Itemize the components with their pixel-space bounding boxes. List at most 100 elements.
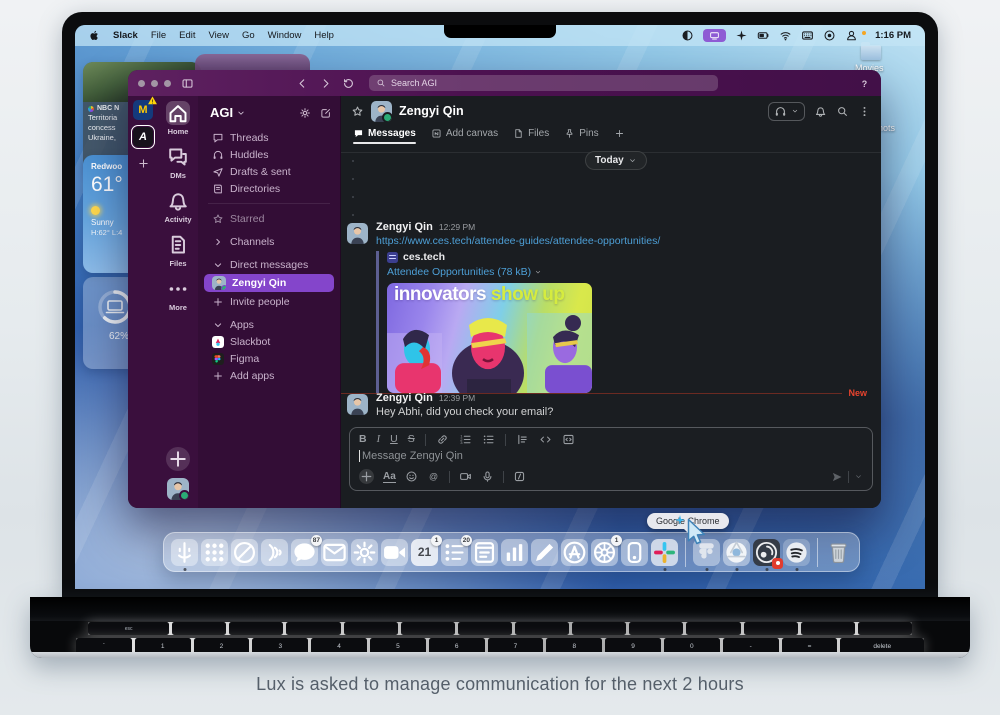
wifi-icon[interactable] xyxy=(779,29,792,42)
dock-icon-textedit[interactable] xyxy=(531,539,558,566)
user-profile-icon[interactable] xyxy=(845,29,858,42)
sidebar-toggle-icon[interactable] xyxy=(181,77,194,90)
menu-item-go[interactable]: Go xyxy=(242,30,255,41)
dock-icon-messages[interactable]: 87 xyxy=(291,539,318,566)
screen-mirroring-icon[interactable] xyxy=(703,29,726,42)
menu-item-file[interactable]: File xyxy=(151,30,166,41)
message-composer[interactable]: BIUS 123 Message Zengyi Qin Aa @ xyxy=(349,427,873,491)
code-icon[interactable] xyxy=(539,433,552,446)
battery-icon[interactable] xyxy=(757,29,770,42)
notifications-icon[interactable] xyxy=(814,105,827,118)
dock-icon-preview[interactable] xyxy=(621,539,648,566)
dock-icon-spotify[interactable] xyxy=(783,539,810,566)
dock-icon-reminders[interactable]: 20 xyxy=(441,539,468,566)
history-icon[interactable] xyxy=(342,77,355,90)
sidebar-item-home[interactable]: Home xyxy=(164,101,191,136)
dock-icon-system-settings[interactable] xyxy=(351,539,378,566)
italic-icon[interactable]: I xyxy=(377,433,381,446)
menu-item-window[interactable]: Window xyxy=(268,30,302,41)
link-icon[interactable] xyxy=(436,433,449,446)
sidebar-item-apps[interactable]: Apps xyxy=(198,316,340,333)
tab-add[interactable] xyxy=(614,128,625,144)
sidebar-item-figma[interactable]: Figma xyxy=(198,350,340,367)
message-author[interactable]: Zengyi Qin xyxy=(376,392,433,404)
dock-icon-clock[interactable] xyxy=(231,539,258,566)
mic-icon[interactable] xyxy=(481,470,494,483)
create-new-button[interactable] xyxy=(166,447,190,471)
video-icon[interactable] xyxy=(459,470,472,483)
menu-item-view[interactable]: View xyxy=(209,30,229,41)
menu-bar-clock[interactable]: 1:16 PM xyxy=(875,30,911,41)
menu-item-slack[interactable]: Slack xyxy=(113,30,138,41)
record-icon[interactable] xyxy=(823,29,836,42)
search-in-conversation-icon[interactable] xyxy=(836,105,849,118)
close-button[interactable] xyxy=(138,80,145,87)
date-divider-pill[interactable]: Today xyxy=(585,151,647,170)
dock-icon-facetime[interactable] xyxy=(381,539,408,566)
codeblock-icon[interactable] xyxy=(562,433,575,446)
dock-icon-trash[interactable] xyxy=(825,539,852,566)
sidebar-item-invite-people[interactable]: Invite people xyxy=(198,293,340,310)
composer-input[interactable]: Message Zengyi Qin xyxy=(350,446,872,462)
workspace-m[interactable]: M ! xyxy=(133,100,153,120)
bold-icon[interactable]: B xyxy=(359,433,367,446)
filter-settings-icon[interactable] xyxy=(299,107,311,119)
sidebar-item-direct-messages[interactable]: Direct messages xyxy=(198,256,340,273)
send-button[interactable] xyxy=(831,471,843,483)
message-author[interactable]: Zengyi Qin xyxy=(376,221,433,233)
tab-messages[interactable]: Messages xyxy=(353,128,416,144)
dock-icon-photos[interactable]: 1 xyxy=(591,539,618,566)
dock-icon-chrome[interactable] xyxy=(723,539,750,566)
sidebar-item-activity[interactable]: Activity xyxy=(164,189,191,224)
tab-pins[interactable]: Pins xyxy=(564,128,598,144)
attachment-image[interactable]: innovators show up xyxy=(387,283,592,393)
tab-add-canvas[interactable]: Add canvas xyxy=(431,128,498,144)
star-icon[interactable] xyxy=(351,105,364,118)
sidebar-item-directories[interactable]: Directories xyxy=(198,180,340,197)
ol-icon[interactable]: 123 xyxy=(459,433,472,446)
ul-icon[interactable] xyxy=(482,433,495,446)
sidebar-item-zengyi-qin[interactable]: Zengyi Qin xyxy=(204,274,334,292)
sidebar-item-add-apps[interactable]: Add apps xyxy=(198,367,340,384)
mention-icon[interactable]: @ xyxy=(427,470,440,483)
dock-icon-launchpad[interactable] xyxy=(201,539,228,566)
dock-icon-obs[interactable] xyxy=(753,539,780,566)
dock-icon-notes[interactable] xyxy=(471,539,498,566)
dock-icon-mail[interactable] xyxy=(321,539,348,566)
emoji-icon[interactable] xyxy=(405,470,418,483)
chat-title[interactable]: Zengyi Qin xyxy=(399,104,464,118)
dock-icon-calendar[interactable]: 211 xyxy=(411,539,438,566)
user-avatar[interactable] xyxy=(167,478,189,500)
sidebar-item-files[interactable]: Files xyxy=(164,233,191,268)
sparkle-icon[interactable] xyxy=(735,29,748,42)
apple-menu-icon[interactable] xyxy=(89,30,100,41)
underline-icon[interactable]: U xyxy=(390,433,398,446)
shortcuts-icon[interactable] xyxy=(681,29,694,42)
menu-item-edit[interactable]: Edit xyxy=(179,30,195,41)
help-icon[interactable]: ? xyxy=(858,77,871,90)
minimize-button[interactable] xyxy=(151,80,158,87)
zoom-button[interactable] xyxy=(164,80,171,87)
sidebar-item-slackbot[interactable]: Slackbot xyxy=(198,333,340,350)
dock-icon-slack[interactable] xyxy=(651,539,678,566)
dock-icon-finder[interactable] xyxy=(171,539,198,566)
dock-icon-siri[interactable] xyxy=(261,539,288,566)
message-avatar[interactable] xyxy=(347,394,368,415)
desktop-folder-icon[interactable] xyxy=(861,45,881,60)
strike-icon[interactable]: S xyxy=(408,433,415,446)
attach-plus-icon[interactable] xyxy=(359,469,374,484)
attachment-file-link[interactable]: Attendee Opportunities (78 kB) xyxy=(387,266,660,278)
message-avatar[interactable] xyxy=(347,223,368,244)
sidebar-item-threads[interactable]: Threads xyxy=(198,129,340,146)
quote-icon[interactable] xyxy=(516,433,529,446)
history-forward-icon[interactable] xyxy=(319,77,332,90)
add-workspace-icon[interactable] xyxy=(137,157,150,170)
tab-files[interactable]: Files xyxy=(513,128,549,144)
format-icon[interactable]: Aa xyxy=(383,471,396,483)
sidebar-item-drafts-sent[interactable]: Drafts & sent xyxy=(198,163,340,180)
dock-icon-app-store[interactable] xyxy=(561,539,588,566)
chevron-down-icon[interactable] xyxy=(534,268,542,276)
huddle-button[interactable] xyxy=(768,102,805,121)
send-options-icon[interactable] xyxy=(854,472,863,481)
message-link[interactable]: https://www.ces.tech/attendee-guides/att… xyxy=(376,235,660,247)
